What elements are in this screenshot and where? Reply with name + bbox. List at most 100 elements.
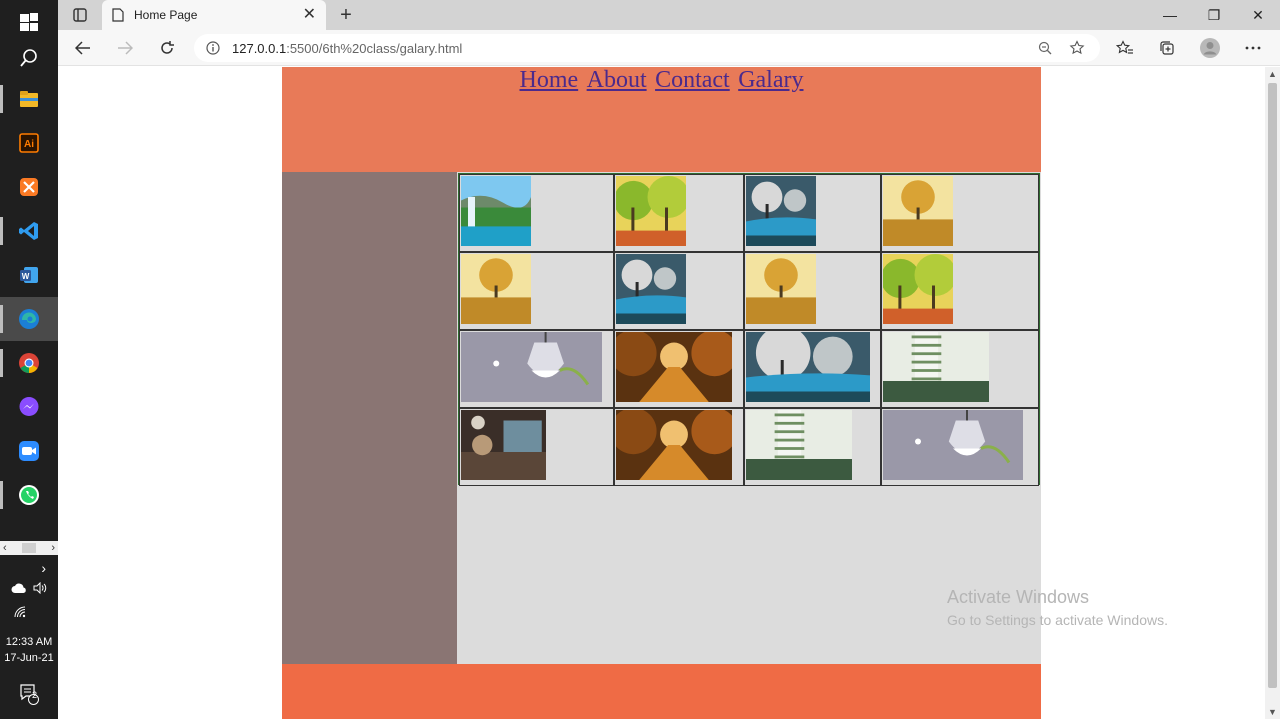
add-favorite-icon[interactable]	[1066, 37, 1088, 59]
tab-actions-button[interactable]	[68, 5, 92, 25]
gallery-table	[458, 173, 1040, 486]
vertical-scrollbar[interactable]: ▲ ▼	[1265, 67, 1280, 719]
restore-button[interactable]: ❐	[1192, 0, 1236, 30]
gallery-cell	[744, 252, 881, 330]
volume-icon[interactable]	[33, 582, 47, 594]
nav-link-about[interactable]: About	[587, 67, 647, 93]
scroll-up-icon[interactable]: ▲	[1265, 67, 1280, 81]
collections-button[interactable]	[1152, 34, 1182, 62]
tab-strip: Home Page ✕ + — ❐ ✕	[58, 0, 1280, 30]
close-tab-icon[interactable]: ✕	[303, 7, 316, 23]
minimize-button[interactable]: —	[1148, 0, 1192, 30]
gallery-cell	[881, 408, 1039, 486]
file-explorer-taskbar-button[interactable]	[0, 77, 58, 121]
messenger-taskbar-button[interactable]	[0, 385, 58, 429]
blossom-river-image[interactable]	[746, 332, 870, 402]
waterfall-lake-image[interactable]	[461, 176, 531, 246]
tab-actions-icon	[73, 8, 87, 22]
more-icon	[1245, 46, 1261, 50]
cafe-interior-image[interactable]	[461, 410, 546, 480]
network-icon[interactable]	[0, 606, 58, 618]
nav-link-home[interactable]: Home	[520, 67, 579, 93]
zoom-out-icon[interactable]	[1034, 37, 1056, 59]
autumn-park-trees-image[interactable]	[616, 176, 686, 246]
show-hidden-icons-chevron-icon[interactable]: ›	[0, 560, 58, 576]
taskbar-scroll-thumb[interactable]	[22, 543, 36, 553]
gallery-cell	[744, 330, 881, 408]
gallery-cell	[459, 408, 614, 486]
vscode-icon	[19, 222, 38, 240]
messenger-icon	[19, 397, 39, 416]
url-path: :5500/6th%20class/galary.html	[286, 40, 463, 56]
gallery-cell	[614, 252, 744, 330]
word-taskbar-button[interactable]: W	[0, 253, 58, 297]
scroll-left-icon[interactable]: ‹	[3, 542, 7, 554]
lightbulb-aquarium-image[interactable]	[883, 410, 1023, 480]
svg-text:Ai: Ai	[24, 139, 34, 150]
autumn-park-trees-image[interactable]	[883, 254, 953, 324]
favorites-button[interactable]	[1110, 34, 1140, 62]
golden-field-tree-image[interactable]	[746, 254, 816, 324]
whatsapp-taskbar-button[interactable]	[0, 473, 58, 517]
green-tower-image[interactable]	[746, 410, 852, 480]
profile-button[interactable]	[1195, 34, 1225, 62]
gallery-cell	[459, 252, 614, 330]
word-icon: W	[20, 267, 38, 283]
illustrator-icon: Ai	[19, 133, 39, 153]
refresh-button[interactable]	[152, 34, 182, 62]
lightbulb-aquarium-image[interactable]	[461, 332, 602, 402]
site-header: Home About Contact Galary	[282, 67, 1041, 172]
sidebar	[282, 172, 457, 664]
clock-date[interactable]: 17-Jun-21	[0, 652, 58, 664]
vscode-taskbar-button[interactable]	[0, 209, 58, 253]
golden-field-tree-image[interactable]	[883, 176, 953, 246]
close-window-button[interactable]: ✕	[1236, 0, 1280, 30]
back-button[interactable]	[68, 34, 98, 62]
notifications-button[interactable]: 2	[0, 683, 58, 705]
chrome-taskbar-button[interactable]	[0, 341, 58, 385]
notification-count-badge: 2	[32, 690, 38, 700]
nav-link-galary[interactable]: Galary	[738, 67, 803, 93]
browser-toolbar: 127.0.0.1:5500/6th%20class/galary.html	[58, 30, 1280, 66]
scrollbar-thumb[interactable]	[1268, 83, 1277, 688]
site-nav: Home About Contact Galary	[518, 67, 806, 94]
whatsapp-icon	[19, 485, 39, 505]
autumn-forest-road-image[interactable]	[616, 332, 732, 402]
gallery-cell	[614, 330, 744, 408]
zoom-taskbar-button[interactable]	[0, 429, 58, 473]
activate-windows-watermark: Activate Windows Go to Settings to activ…	[947, 587, 1168, 628]
taskbar-scrollbar[interactable]: ‹ ›	[0, 541, 58, 555]
scroll-down-icon[interactable]: ▼	[1265, 705, 1280, 719]
edge-taskbar-button[interactable]	[0, 297, 58, 341]
site-footer	[282, 664, 1041, 719]
file-explorer-icon	[20, 91, 38, 107]
green-tower-image[interactable]	[883, 332, 989, 402]
gallery-cell	[614, 174, 744, 252]
url-text[interactable]: 127.0.0.1:5500/6th%20class/galary.html	[232, 41, 1024, 56]
xampp-taskbar-button[interactable]	[0, 165, 58, 209]
xampp-icon	[20, 178, 38, 196]
gallery-cell	[459, 330, 614, 408]
blossom-river-image[interactable]	[616, 254, 686, 324]
illustrator-taskbar-button[interactable]: Ai	[0, 121, 58, 165]
forward-button[interactable]	[110, 34, 140, 62]
nav-link-contact[interactable]: Contact	[655, 67, 730, 93]
blossom-river-image[interactable]	[746, 176, 816, 246]
clock-time[interactable]: 12:33 AM	[0, 636, 58, 648]
address-bar[interactable]: 127.0.0.1:5500/6th%20class/galary.html	[194, 34, 1100, 62]
scroll-right-icon[interactable]: ›	[51, 542, 55, 554]
tab-home-page[interactable]: Home Page ✕	[102, 0, 326, 30]
settings-more-button[interactable]	[1238, 34, 1268, 62]
watermark-subtitle: Go to Settings to activate Windows.	[947, 612, 1168, 628]
autumn-forest-road-image[interactable]	[616, 410, 732, 480]
new-tab-button[interactable]: +	[334, 4, 358, 26]
window-controls: — ❐ ✕	[1148, 0, 1280, 30]
search-taskbar-button[interactable]	[0, 36, 58, 80]
collections-icon	[1160, 41, 1174, 55]
chrome-icon	[19, 353, 39, 373]
onedrive-cloud-icon[interactable]	[11, 582, 27, 594]
golden-field-tree-image[interactable]	[461, 254, 531, 324]
gallery-cell	[881, 252, 1039, 330]
svg-text:W: W	[22, 272, 30, 281]
zoom-icon	[19, 441, 39, 461]
